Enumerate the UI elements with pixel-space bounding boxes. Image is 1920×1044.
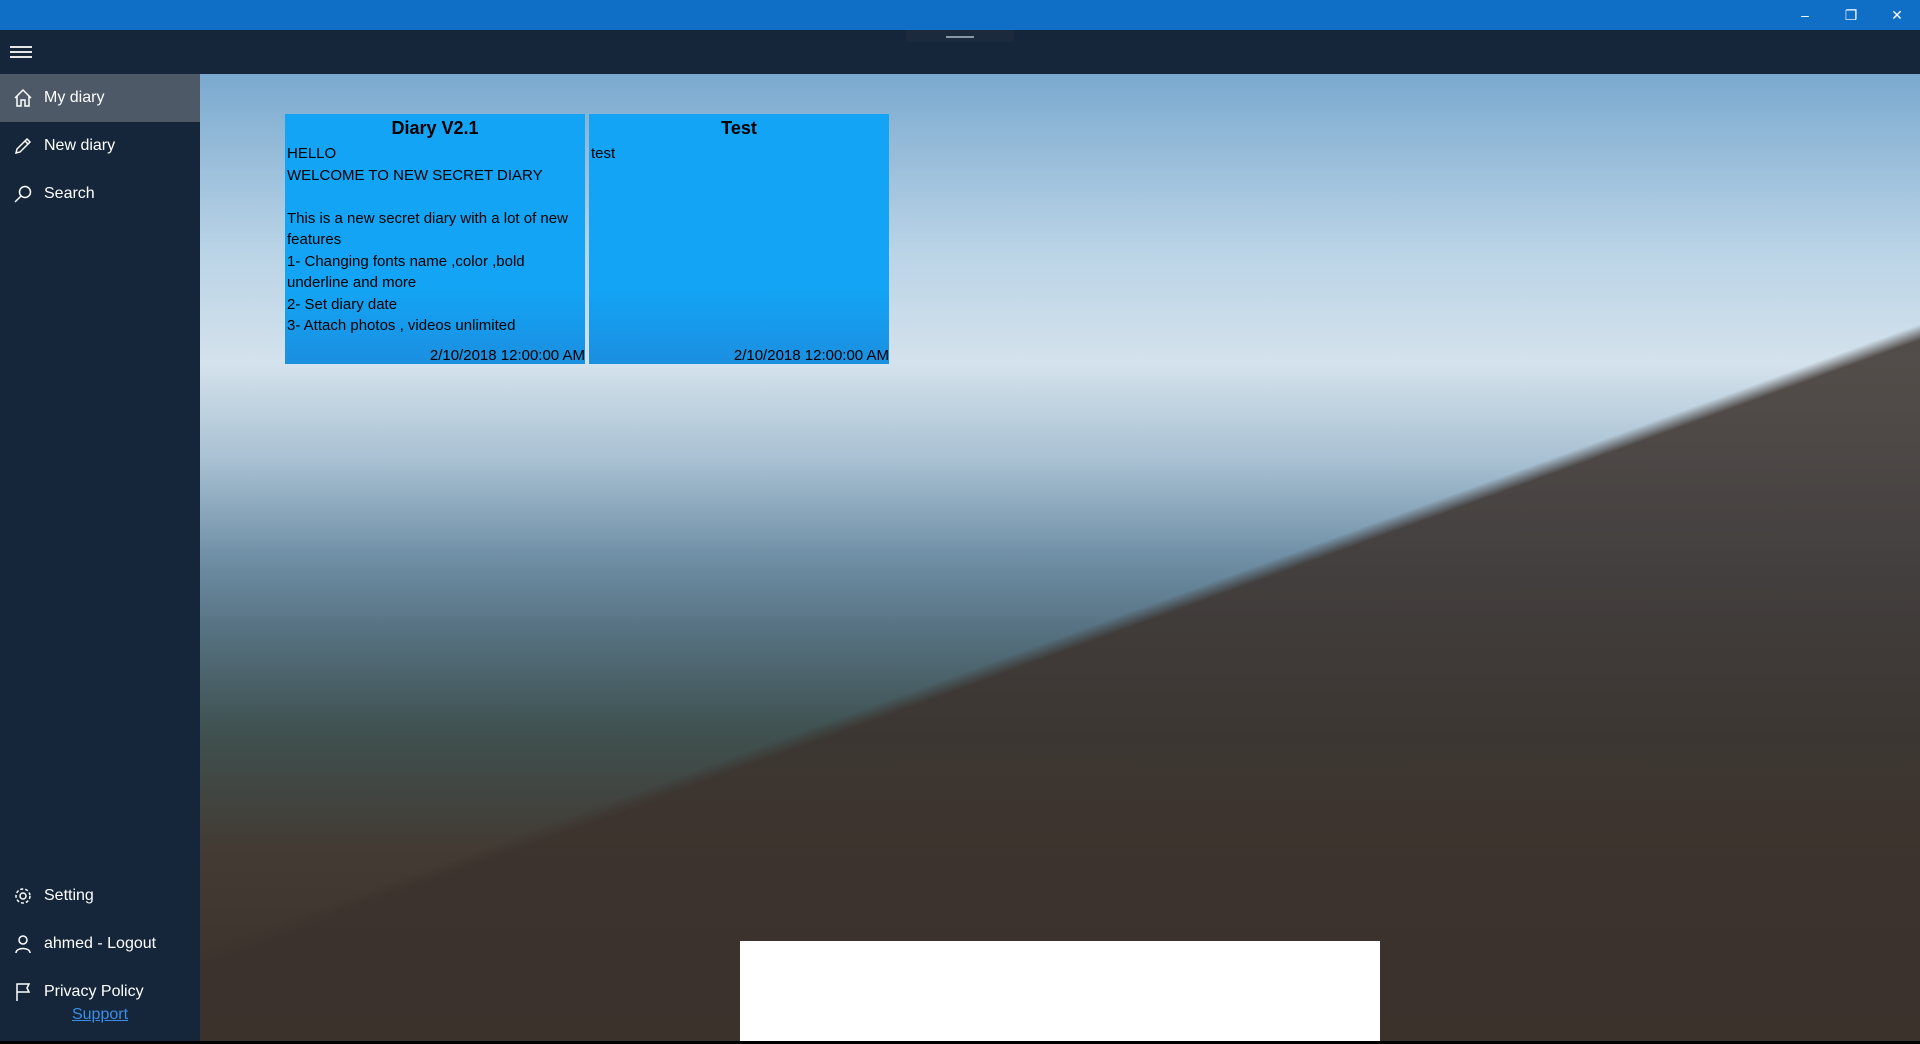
diary-list-area: Diary V2.1 HELLO WELCOME TO NEW SECRET D… [200,74,1920,1041]
sidebar: My diary New diary Search Setting ahmed … [0,74,200,1044]
window-title-bar: – ❐ ✕ [0,0,1920,30]
diary-date: 2/10/2018 12:00:00 AM [733,347,889,364]
maximize-button[interactable]: ❐ [1828,0,1874,30]
sidebar-item-setting[interactable]: Setting [0,872,200,920]
sidebar-item-label: ahmed - Logout [44,935,157,952]
app-bar [0,30,1920,74]
sidebar-item-search[interactable]: Search [0,170,200,218]
diary-card[interactable]: Test test 2/10/2018 12:00:00 AM [589,114,889,364]
drag-handle[interactable] [906,30,1014,42]
sidebar-item-label: Setting [44,887,94,904]
sidebar-item-label: Privacy Policy [44,983,144,1000]
hamburger-menu-icon[interactable] [10,43,32,61]
ad-banner[interactable] [740,941,1380,1041]
diary-title: Test [721,118,757,138]
diary-body: HELLO WELCOME TO NEW SECRET DIARY This i… [287,145,568,334]
search-icon [12,183,34,205]
diary-body: test [591,145,616,162]
diary-date: 2/10/2018 12:00:00 AM [429,347,585,364]
home-icon [12,87,34,109]
sidebar-item-new-diary[interactable]: New diary [0,122,200,170]
diary-card[interactable]: Diary V2.1 HELLO WELCOME TO NEW SECRET D… [285,114,585,364]
diary-title: Diary V2.1 [391,118,479,138]
pencil-icon [12,135,34,157]
minimize-button[interactable]: – [1782,0,1828,30]
close-button[interactable]: ✕ [1874,0,1920,30]
support-link[interactable]: Support [0,1006,200,1024]
sidebar-item-label: Search [44,185,95,202]
gear-icon [12,885,34,907]
sidebar-item-label: New diary [44,137,116,154]
flag-icon [12,981,34,1003]
person-icon [12,933,34,955]
sidebar-item-label: My diary [44,89,105,106]
sidebar-item-logout[interactable]: ahmed - Logout [0,920,200,968]
sidebar-item-my-diary[interactable]: My diary [0,74,200,122]
